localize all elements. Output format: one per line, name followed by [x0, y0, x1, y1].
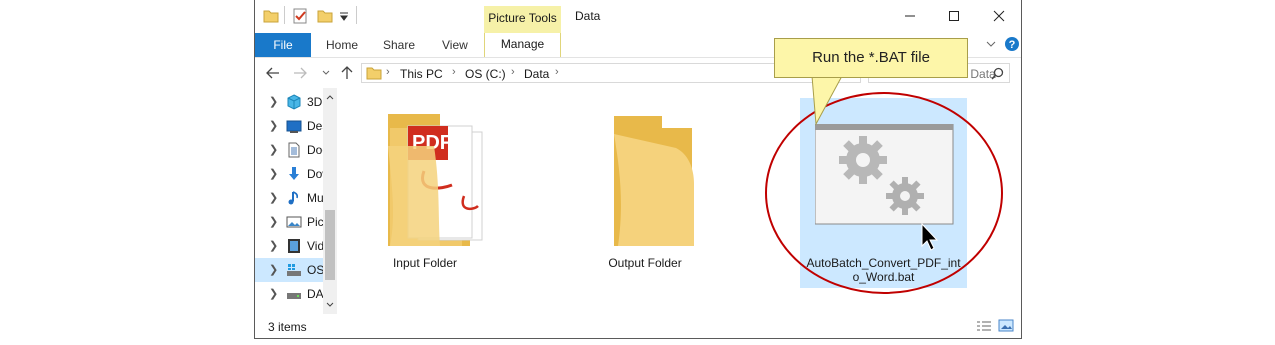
- file-item-output-folder[interactable]: Output Folder: [590, 106, 700, 276]
- new-folder-icon[interactable]: [317, 8, 333, 24]
- videos-icon: [288, 239, 300, 253]
- tab-view[interactable]: View: [442, 33, 468, 57]
- maximize-button[interactable]: [934, 4, 974, 28]
- desktop-icon: [286, 120, 302, 133]
- breadcrumb-data[interactable]: Data: [524, 67, 549, 81]
- expand-chevron-icon[interactable]: ❯: [269, 263, 278, 276]
- nav-item-label: Documents: [307, 143, 323, 157]
- tab-share[interactable]: Share: [383, 33, 415, 57]
- folder-icon[interactable]: [263, 8, 279, 24]
- expand-chevron-icon[interactable]: ❯: [269, 239, 278, 252]
- svg-text:?: ?: [1009, 39, 1016, 51]
- nav-item-label: Music: [307, 191, 323, 205]
- documents-icon: [288, 142, 300, 158]
- breadcrumb-separator: ›: [452, 66, 456, 78]
- status-bar: 3 items: [255, 314, 1021, 338]
- details-view-icon[interactable]: [976, 320, 992, 332]
- tab-file[interactable]: File: [255, 33, 311, 57]
- close-icon: [993, 10, 1005, 22]
- folder-icon: [614, 116, 694, 246]
- nav-item-label: Videos: [307, 239, 323, 253]
- large-icons-view-icon[interactable]: [998, 319, 1014, 332]
- 3d-objects-icon: [287, 94, 301, 110]
- recent-locations-icon[interactable]: [322, 70, 330, 76]
- properties-icon[interactable]: [292, 8, 308, 24]
- minimize-button[interactable]: [890, 4, 930, 28]
- picture-tools-contextual-tab: Picture Tools: [484, 6, 561, 33]
- nav-item-desktop[interactable]: ❯ Desktop: [255, 114, 323, 138]
- nav-item-videos[interactable]: ❯ Videos: [255, 234, 323, 258]
- close-button[interactable]: [979, 4, 1019, 28]
- expand-chevron-icon[interactable]: ❯: [269, 215, 278, 228]
- file-name: Input Folder: [392, 256, 458, 270]
- expand-ribbon-icon[interactable]: [986, 41, 996, 49]
- expand-chevron-icon[interactable]: ❯: [269, 287, 278, 300]
- batch-file-gears-icon: [815, 124, 954, 225]
- file-item-batch-file[interactable]: AutoBatch_Convert_PDF_int o_Word.bat: [800, 98, 967, 288]
- downloads-icon: [289, 167, 299, 180]
- maximize-icon: [949, 11, 959, 21]
- tab-home[interactable]: Home: [326, 33, 358, 57]
- forward-arrow-icon[interactable]: [293, 67, 307, 79]
- drive-icon: [287, 293, 301, 299]
- expand-chevron-icon[interactable]: ❯: [269, 119, 278, 132]
- breadcrumb-os-c[interactable]: OS (C:): [465, 67, 506, 81]
- search-icon[interactable]: [991, 67, 1004, 80]
- breadcrumb-separator: ›: [386, 66, 390, 78]
- title-bar: Picture Tools Data: [255, 0, 1021, 33]
- pictures-icon: [286, 216, 302, 228]
- back-arrow-icon[interactable]: [266, 67, 280, 79]
- nav-item-label: Desktop: [307, 119, 323, 133]
- breadcrumb-separator: ›: [555, 66, 559, 78]
- callout-label: Run the *.BAT file: [774, 38, 968, 78]
- scroll-up-icon[interactable]: [326, 94, 334, 100]
- file-item-input-folder[interactable]: PDF Input Folder: [370, 106, 483, 276]
- nav-item-label: Downloads: [307, 167, 323, 181]
- help-icon[interactable]: ?: [1004, 36, 1020, 52]
- item-count: 3 items: [268, 320, 307, 334]
- scroll-down-icon[interactable]: [326, 302, 334, 308]
- drive-icon: [287, 264, 301, 276]
- music-icon: [288, 191, 298, 205]
- breadcrumb-separator: ›: [511, 66, 515, 78]
- nav-item-music[interactable]: ❯ Music: [255, 186, 323, 210]
- qa-divider: [284, 6, 285, 24]
- file-list: PDF Input Folder Output Folder AutoBatch…: [338, 88, 1021, 314]
- file-name: Output Folder: [608, 256, 682, 270]
- expand-chevron-icon[interactable]: ❯: [269, 191, 278, 204]
- window-title: Data: [575, 9, 601, 23]
- navigation-pane: ❯ 3D Objects ❯ Desktop ❯ Documents ❯ Dow…: [255, 88, 337, 314]
- nav-item-label: OS (C:): [307, 263, 323, 277]
- nav-item-data-d[interactable]: ❯ DATA (D:): [255, 282, 323, 306]
- file-name-line-2: o_Word.bat: [852, 270, 915, 284]
- nav-item-os-c[interactable]: ❯ OS (C:): [255, 258, 323, 282]
- folder-with-pdfs-icon: PDF: [388, 114, 483, 246]
- nav-item-pictures[interactable]: ❯ Pictures: [255, 210, 323, 234]
- tab-manage[interactable]: Manage: [484, 33, 561, 57]
- expand-chevron-icon[interactable]: ❯: [269, 167, 278, 180]
- customize-quick-access-icon[interactable]: [339, 11, 349, 21]
- breadcrumb-this-pc[interactable]: This PC: [400, 67, 443, 81]
- qa-divider: [356, 6, 357, 24]
- folder-icon: [366, 67, 382, 80]
- scrollbar-thumb[interactable]: [325, 210, 335, 280]
- nav-item-label: DATA (D:): [307, 287, 323, 301]
- nav-item-label: 3D Objects: [307, 95, 323, 109]
- up-arrow-icon[interactable]: [341, 66, 353, 80]
- nav-item-downloads[interactable]: ❯ Downloads: [255, 162, 323, 186]
- nav-item-label: Pictures: [307, 215, 323, 229]
- file-name-line-1: AutoBatch_Convert_PDF_int: [806, 256, 961, 270]
- minimize-icon: [905, 15, 915, 17]
- expand-chevron-icon[interactable]: ❯: [269, 143, 278, 156]
- navigation-scrollbar[interactable]: [323, 88, 337, 314]
- nav-item-documents[interactable]: ❯ Documents: [255, 138, 323, 162]
- nav-item-3d-objects[interactable]: ❯ 3D Objects: [255, 90, 323, 114]
- expand-chevron-icon[interactable]: ❯: [269, 95, 278, 108]
